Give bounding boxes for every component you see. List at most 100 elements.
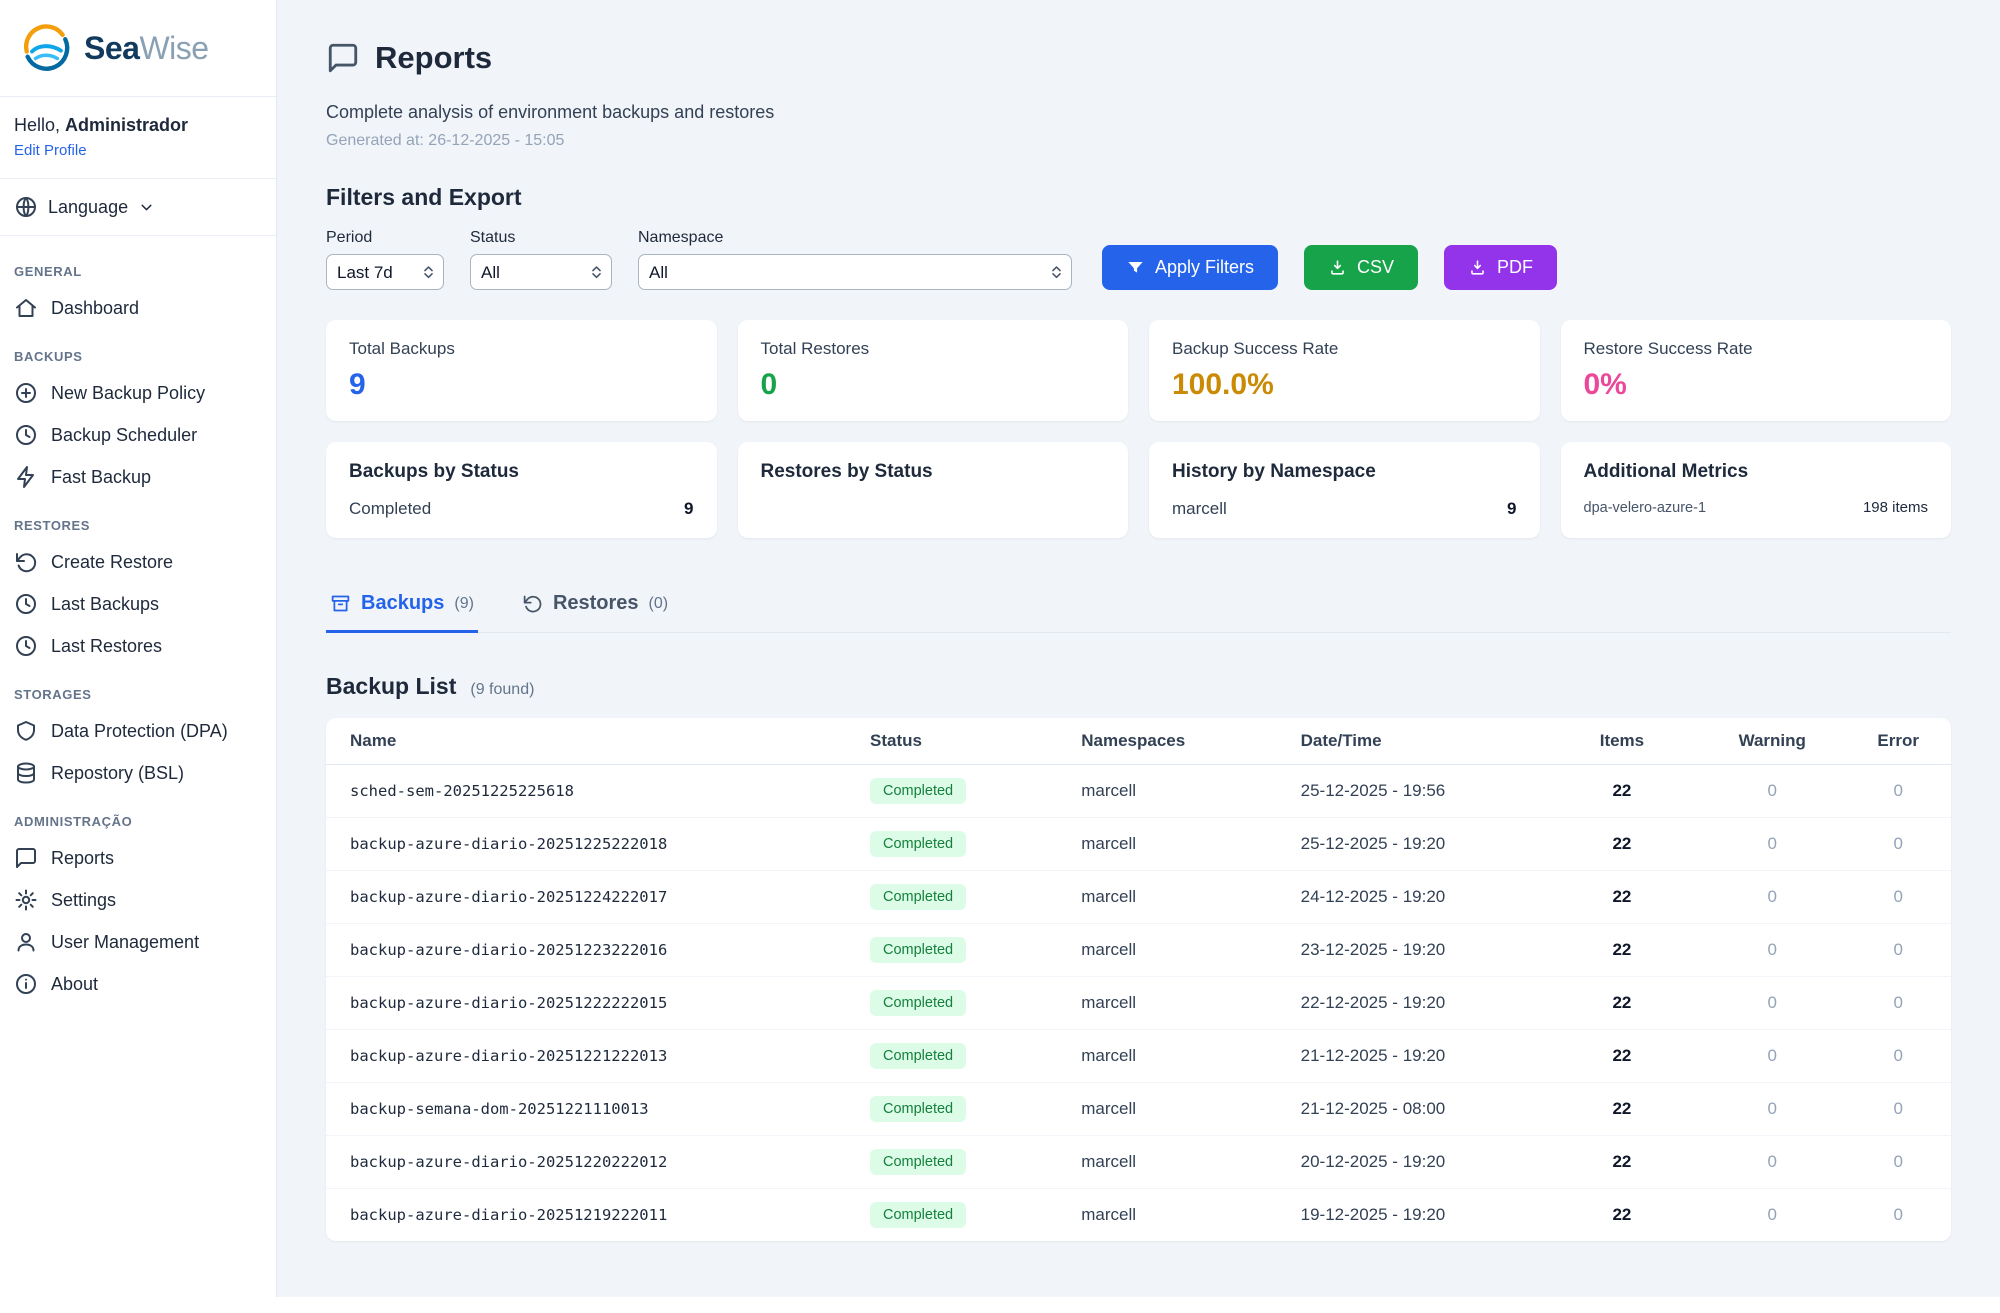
greeting-block: Hello, Administrador Edit Profile xyxy=(0,97,276,179)
period-select[interactable]: Last 7d xyxy=(326,254,444,290)
page-title: Reports xyxy=(375,40,492,76)
column-header-warning: Warning xyxy=(1699,718,1845,765)
sidebar-item-dashboard[interactable]: Dashboard xyxy=(0,287,276,329)
sidebar-item-label: New Backup Policy xyxy=(51,383,205,404)
csv-export-button[interactable]: CSV xyxy=(1304,245,1418,290)
summary-card-additional-metrics: Additional Metrics dpa-velero-azure-1 19… xyxy=(1561,442,1952,538)
cell-name: backup-azure-diario-20251225222018 xyxy=(326,818,846,871)
section-label-backups: BACKUPS xyxy=(0,329,276,372)
sidebar-item-create-restore[interactable]: Create Restore xyxy=(0,541,276,583)
logo-sea: Sea xyxy=(84,30,139,66)
sidebar-item-label: Last Backups xyxy=(51,594,159,615)
cell-warning: 0 xyxy=(1699,977,1845,1030)
cell-error: 0 xyxy=(1845,1189,1951,1242)
summary-card-restores-by-status: Restores by Status xyxy=(738,442,1129,538)
stat-card-restore-success-rate: Restore Success Rate 0% xyxy=(1561,320,1952,421)
table-row: sched-sem-20251225225618 Completed marce… xyxy=(326,765,1951,818)
chevron-down-icon xyxy=(138,199,155,216)
sidebar-item-repostory-bsl[interactable]: Repostory (BSL) xyxy=(0,752,276,794)
filter-bar: Period Last 7d Status All Namespace All xyxy=(326,229,1951,290)
greeting-name: Administrador xyxy=(65,115,188,135)
language-selector[interactable]: Language xyxy=(0,179,276,236)
sidebar-item-label: Create Restore xyxy=(51,552,173,573)
greeting-text: Hello, Administrador xyxy=(14,115,262,136)
cell-name: backup-azure-diario-20251219222011 xyxy=(326,1189,846,1242)
sidebar-item-label: Repostory (BSL) xyxy=(51,763,184,784)
cell-datetime: 24-12-2025 - 19:20 xyxy=(1277,871,1545,924)
database-icon xyxy=(14,761,38,785)
logo-wordmark: SeaWise xyxy=(84,30,209,67)
table-row: backup-azure-diario-20251220222012 Compl… xyxy=(326,1136,1951,1189)
backup-list-header: Backup List (9 found) xyxy=(326,673,1951,700)
cell-warning: 0 xyxy=(1699,818,1845,871)
tab-count: (0) xyxy=(649,595,669,613)
tab-restores[interactable]: Restores (0) xyxy=(518,582,672,633)
cell-error: 0 xyxy=(1845,871,1951,924)
namespace-select[interactable]: All xyxy=(638,254,1072,290)
cell-error: 0 xyxy=(1845,1136,1951,1189)
sidebar-item-label: Settings xyxy=(51,890,116,911)
apply-filters-button[interactable]: Apply Filters xyxy=(1102,245,1278,290)
tab-backups[interactable]: Backups (9) xyxy=(326,582,478,633)
stat-cards: Total Backups 9 Total Restores 0 Backup … xyxy=(326,320,1951,421)
sidebar-item-label: Fast Backup xyxy=(51,467,151,488)
tab-label: Restores xyxy=(553,592,639,615)
status-badge: Completed xyxy=(870,778,966,804)
cell-name: backup-azure-diario-20251223222016 xyxy=(326,924,846,977)
sidebar-item-new-backup-policy[interactable]: New Backup Policy xyxy=(0,372,276,414)
section-label-general: GENERAL xyxy=(0,244,276,287)
namespace-label: Namespace xyxy=(638,229,1072,247)
logo-wise: Wise xyxy=(139,30,208,66)
cell-status: Completed xyxy=(846,1030,1057,1083)
reports-icon xyxy=(326,41,360,75)
cell-items: 22 xyxy=(1545,871,1699,924)
table-header-row: Name Status Namespaces Date/Time Items W… xyxy=(326,718,1951,765)
stat-value: 9 xyxy=(349,368,694,402)
sidebar-item-user-management[interactable]: User Management xyxy=(0,921,276,963)
sidebar-item-backup-scheduler[interactable]: Backup Scheduler xyxy=(0,414,276,456)
column-header-namespaces: Namespaces xyxy=(1057,718,1276,765)
summary-row-label: Completed xyxy=(349,499,431,519)
cell-status: Completed xyxy=(846,871,1057,924)
rotate-ccw-icon xyxy=(522,593,543,614)
namespace-filter: Namespace All xyxy=(638,229,1072,290)
status-badge: Completed xyxy=(870,1096,966,1122)
cell-error: 0 xyxy=(1845,765,1951,818)
pdf-label: PDF xyxy=(1497,257,1533,278)
info-icon xyxy=(14,972,38,996)
cell-name: backup-azure-diario-20251222222015 xyxy=(326,977,846,1030)
sidebar-item-last-backups[interactable]: Last Backups xyxy=(0,583,276,625)
column-header-status: Status xyxy=(846,718,1057,765)
clock-icon xyxy=(14,423,38,447)
sidebar-item-label: User Management xyxy=(51,932,199,953)
section-label-storages: STORAGES xyxy=(0,667,276,710)
tab-bar: Backups (9) Restores (0) xyxy=(326,582,1951,633)
sidebar-item-about[interactable]: About xyxy=(0,963,276,1005)
edit-profile-link[interactable]: Edit Profile xyxy=(14,142,87,159)
sidebar-item-reports[interactable]: Reports xyxy=(0,837,276,879)
summary-card-backups-by-status: Backups by Status Completed 9 xyxy=(326,442,717,538)
filters-title: Filters and Export xyxy=(326,184,1951,211)
cell-warning: 0 xyxy=(1699,1030,1845,1083)
table-row: backup-semana-dom-20251221110013 Complet… xyxy=(326,1083,1951,1136)
status-badge: Completed xyxy=(870,1149,966,1175)
summary-row-value: 9 xyxy=(1507,499,1516,519)
sidebar-item-last-restores[interactable]: Last Restores xyxy=(0,625,276,667)
stat-label: Total Restores xyxy=(761,339,1106,359)
apply-filters-label: Apply Filters xyxy=(1155,257,1254,278)
app: SeaWise Hello, Administrador Edit Profil… xyxy=(0,0,2000,1297)
status-select[interactable]: All xyxy=(470,254,612,290)
status-filter: Status All xyxy=(470,229,612,290)
summary-title: Backups by Status xyxy=(349,461,694,483)
sidebar-item-fast-backup[interactable]: Fast Backup xyxy=(0,456,276,498)
table-row: backup-azure-diario-20251221222013 Compl… xyxy=(326,1030,1951,1083)
summary-cards: Backups by Status Completed 9 Restores b… xyxy=(326,442,1951,538)
backups-table: Name Status Namespaces Date/Time Items W… xyxy=(326,718,1951,1241)
sidebar-item-settings[interactable]: Settings xyxy=(0,879,276,921)
cell-status: Completed xyxy=(846,765,1057,818)
table-row: backup-azure-diario-20251225222018 Compl… xyxy=(326,818,1951,871)
sidebar-item-data-protection-dpa[interactable]: Data Protection (DPA) xyxy=(0,710,276,752)
status-label: Status xyxy=(470,229,612,247)
sidebar-item-label: Backup Scheduler xyxy=(51,425,197,446)
pdf-export-button[interactable]: PDF xyxy=(1444,245,1557,290)
